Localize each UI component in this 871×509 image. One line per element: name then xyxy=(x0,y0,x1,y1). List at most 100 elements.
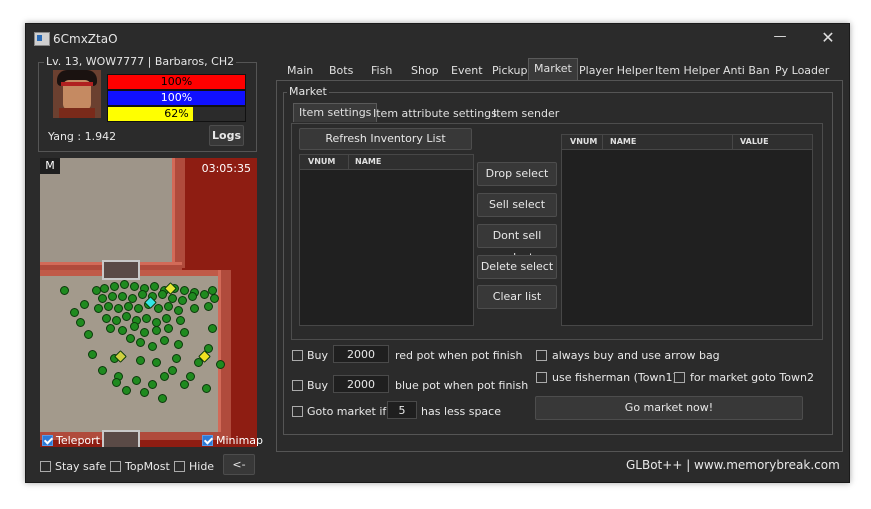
buy-blue-pot-checkbox[interactable] xyxy=(292,380,303,391)
hide-label: Hide xyxy=(189,460,215,473)
mob-marker xyxy=(76,318,85,327)
refresh-inventory-button[interactable]: Refresh Inventory List xyxy=(299,128,472,150)
mob-marker xyxy=(210,294,219,303)
mob-marker xyxy=(138,290,147,299)
logs-button[interactable]: Logs xyxy=(209,125,244,146)
mob-marker xyxy=(130,282,139,291)
blue-pot-suffix: blue pot when pot finish xyxy=(395,379,529,392)
fisherman-label: use fisherman (Town1) xyxy=(552,371,677,384)
yang-amount: Yang : 1.942 xyxy=(48,130,117,143)
mob-marker xyxy=(102,314,111,323)
tab-bots[interactable]: Bots xyxy=(329,61,353,81)
subtab-item-attribute-settings[interactable]: Item attribute settings xyxy=(373,105,497,123)
column-name[interactable]: NAME xyxy=(602,135,636,149)
close-button[interactable]: ✕ xyxy=(816,28,840,48)
mob-marker xyxy=(120,280,129,289)
market-items-header: VNUM NAME VALUE xyxy=(562,135,812,150)
mob-marker xyxy=(106,324,115,333)
mob-marker xyxy=(160,336,169,345)
tab-event[interactable]: Event xyxy=(451,61,483,81)
tab-py-loader[interactable]: Py Loader xyxy=(775,61,829,81)
column-vnum[interactable]: VNUM xyxy=(570,135,597,149)
minimap-label: Minimap xyxy=(216,434,264,447)
gate-north xyxy=(102,260,140,280)
fisherman-checkbox[interactable] xyxy=(536,372,547,383)
tab-player-helper[interactable]: Player Helper xyxy=(579,61,653,81)
mob-marker xyxy=(100,284,109,293)
mob-marker xyxy=(80,300,89,309)
column-name[interactable]: NAME xyxy=(348,155,381,169)
blue-pot-quantity-input[interactable]: 2000 xyxy=(333,375,389,393)
goto-market-checkbox[interactable] xyxy=(292,406,303,417)
mob-marker xyxy=(152,326,161,335)
stay-safe-label: Stay safe xyxy=(55,460,107,473)
mob-marker xyxy=(148,342,157,351)
mob-marker xyxy=(134,304,143,313)
tab-market[interactable]: Market xyxy=(528,58,578,81)
goto-town2-label: for market goto Town2 xyxy=(690,371,814,384)
go-market-now-button[interactable]: Go market now! xyxy=(535,396,803,420)
tab-pickup[interactable]: Pickup xyxy=(492,61,527,81)
buy-blue-pot-label: Buy xyxy=(307,379,329,392)
inventory-list[interactable]: VNUM NAME xyxy=(299,154,474,326)
minimap-checkbox[interactable] xyxy=(202,435,213,446)
mob-marker xyxy=(162,314,171,323)
minimap[interactable]: M 03:05:35 xyxy=(40,158,257,447)
goto-town2-checkbox[interactable] xyxy=(674,372,685,383)
tab-item-helper[interactable]: Item Helper xyxy=(655,61,720,81)
minimap-mode-label: M xyxy=(40,158,60,174)
minimize-button[interactable]: — xyxy=(768,29,792,47)
topmost-checkbox[interactable] xyxy=(110,461,121,472)
subtab-item-sender[interactable]: Item sender xyxy=(493,105,559,123)
column-vnum[interactable]: VNUM xyxy=(308,155,335,169)
avatar xyxy=(53,70,101,118)
teleport-label: Teleport xyxy=(56,434,100,447)
app-icon xyxy=(34,32,50,46)
mob-marker xyxy=(112,316,121,325)
goto-market-label: Goto market if i xyxy=(307,405,393,418)
mob-marker xyxy=(176,316,185,325)
mob-marker xyxy=(164,324,173,333)
collapse-button[interactable]: <- xyxy=(223,454,255,475)
arrow-bag-checkbox[interactable] xyxy=(536,350,547,361)
mob-marker xyxy=(174,340,183,349)
mob-marker xyxy=(180,380,189,389)
drop-select-button[interactable]: Drop select xyxy=(477,162,557,186)
mob-marker xyxy=(158,394,167,403)
mob-marker xyxy=(208,324,217,333)
mob-marker xyxy=(140,388,149,397)
mob-marker xyxy=(112,378,121,387)
column-value[interactable]: VALUE xyxy=(732,135,769,149)
footer-credit: GLBot++ | www.memorybreak.com xyxy=(626,458,840,472)
tab-fish[interactable]: Fish xyxy=(371,61,392,81)
mob-marker xyxy=(124,302,133,311)
title-bar[interactable]: 6CmxZtaO — ✕ xyxy=(26,24,849,54)
mp-bar: 100% xyxy=(107,90,246,106)
buy-red-pot-checkbox[interactable] xyxy=(292,350,303,361)
goto-market-suffix: has less space xyxy=(421,405,501,418)
sell-select-button[interactable]: Sell select xyxy=(477,193,557,217)
mob-marker xyxy=(186,372,195,381)
dont-sell-select-button[interactable]: Dont sell select xyxy=(477,224,557,264)
tab-shop[interactable]: Shop xyxy=(411,61,439,81)
tab-main[interactable]: Main xyxy=(287,61,313,81)
mob-marker xyxy=(70,308,79,317)
mob-marker xyxy=(126,334,135,343)
mob-marker xyxy=(118,326,127,335)
mob-marker xyxy=(98,366,107,375)
inventory-space-input[interactable]: 5 xyxy=(387,401,417,419)
delete-select-button[interactable]: Delete select xyxy=(477,255,557,279)
subtab-item-settings[interactable]: Item settings xyxy=(293,103,378,122)
stay-safe-checkbox[interactable] xyxy=(40,461,51,472)
mob-marker xyxy=(208,286,217,295)
clear-list-button[interactable]: Clear list xyxy=(477,285,557,309)
mob-marker xyxy=(136,356,145,365)
market-items-list[interactable]: VNUM NAME VALUE xyxy=(561,134,813,326)
hide-checkbox[interactable] xyxy=(174,461,185,472)
tab-anti-ban[interactable]: Anti Ban xyxy=(723,61,770,81)
mob-marker xyxy=(180,328,189,337)
mob-marker xyxy=(132,376,141,385)
teleport-checkbox[interactable] xyxy=(42,435,53,446)
mob-marker xyxy=(204,302,213,311)
red-pot-quantity-input[interactable]: 2000 xyxy=(333,345,389,363)
